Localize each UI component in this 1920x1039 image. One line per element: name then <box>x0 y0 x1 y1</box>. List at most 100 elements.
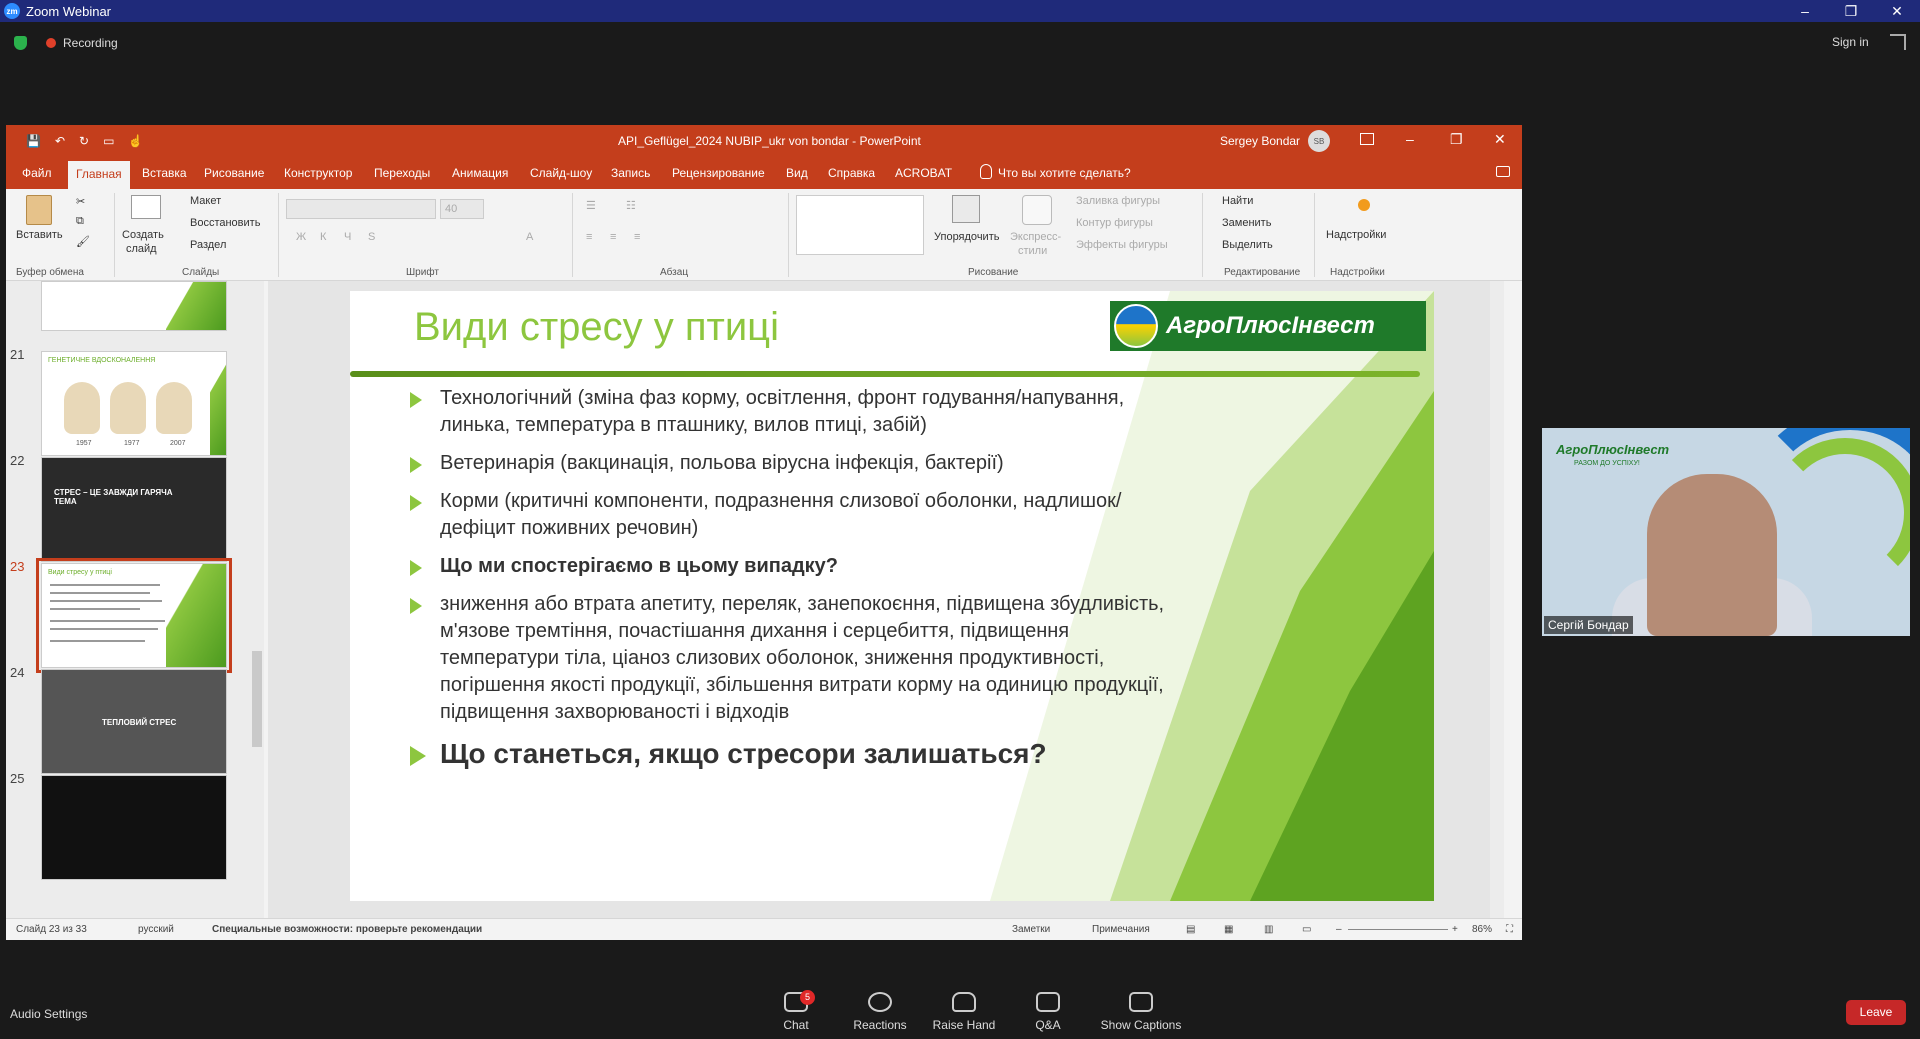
captions-button[interactable]: Show Captions <box>1097 992 1185 1032</box>
replace-button[interactable]: Заменить <box>1222 217 1271 229</box>
touch-mode-icon[interactable]: ☝ <box>128 134 143 148</box>
tab-insert[interactable]: Вставка <box>142 166 187 180</box>
zoom-in-icon[interactable]: + <box>1452 924 1458 935</box>
notes-button[interactable]: Заметки <box>1012 924 1050 935</box>
tab-animations[interactable]: Анимация <box>452 166 508 180</box>
chat-button[interactable]: Chat <box>756 992 836 1032</box>
slide-thumbnail[interactable] <box>41 281 227 331</box>
zoom-level[interactable]: 86% <box>1472 924 1492 935</box>
tab-file[interactable]: Файл <box>22 166 52 180</box>
slide-sorter-icon[interactable]: ▦ <box>1224 924 1233 935</box>
qa-button[interactable]: Q&A <box>1008 992 1088 1032</box>
slide-thumbnail-selected[interactable]: Види стресу у птиці <box>36 558 232 673</box>
reset-button[interactable]: Восстановить <box>190 217 260 229</box>
present-icon[interactable]: ▭ <box>103 134 114 148</box>
arrange-button[interactable]: Упорядочить <box>934 231 999 243</box>
quick-styles-icon[interactable] <box>1022 195 1052 225</box>
slide-thumbnail[interactable]: ТЕПЛОВИЙ СТРЕС <box>41 669 227 774</box>
tab-home[interactable]: Главная <box>68 161 130 189</box>
slide-scrollbar[interactable] <box>1490 281 1504 918</box>
numbering-icon[interactable]: ☷ <box>626 199 636 212</box>
shape-outline-button[interactable]: Контур фигуры <box>1076 217 1153 229</box>
comments-icon[interactable] <box>1496 166 1510 177</box>
tab-record[interactable]: Запись <box>611 166 650 180</box>
shadow-icon[interactable]: S <box>368 231 375 243</box>
user-name[interactable]: Sergey Bondar <box>1220 134 1300 148</box>
quick-styles-button-line2[interactable]: стили <box>1018 245 1047 257</box>
addins-icon[interactable] <box>1358 199 1370 211</box>
tab-help[interactable]: Справка <box>828 166 875 180</box>
copy-icon[interactable]: ⧉ <box>76 215 84 228</box>
language-indicator[interactable]: русский <box>138 924 174 935</box>
new-slide-button[interactable]: Создать <box>122 229 164 241</box>
redo-icon[interactable]: ↻ <box>79 134 89 148</box>
align-left-icon[interactable]: ≡ <box>586 231 592 243</box>
ppt-restore-button[interactable]: ❐ <box>1450 131 1463 148</box>
ppt-minimize-button[interactable]: – <box>1406 131 1414 147</box>
section-button[interactable]: Раздел <box>190 239 226 251</box>
font-name-field[interactable] <box>286 199 436 219</box>
tell-me-search[interactable]: Что вы хотите сделать? <box>998 166 1131 180</box>
font-size-field[interactable]: 40 <box>440 199 484 219</box>
paste-icon[interactable] <box>26 195 52 225</box>
align-right-icon[interactable]: ≡ <box>634 231 640 243</box>
avatar[interactable]: SB <box>1308 130 1330 152</box>
select-button[interactable]: Выделить <box>1222 239 1273 251</box>
slide-canvas[interactable]: Види стресу у птиці АгроПлюсІнвест Техно… <box>350 291 1434 901</box>
tab-transitions[interactable]: Переходы <box>374 166 430 180</box>
security-shield-icon[interactable] <box>14 36 27 50</box>
shape-effects-button[interactable]: Эффекты фигуры <box>1076 239 1168 251</box>
format-painter-icon[interactable]: 🖌 <box>76 235 90 248</box>
fit-slide-icon[interactable]: ⛶ <box>1506 924 1513 935</box>
reading-view-icon[interactable]: ▥ <box>1264 924 1273 935</box>
slide-thumbnail[interactable]: ГЕНЕТИЧНЕ ВДОСКОНАЛЕННЯ 1957 1977 2007 <box>41 351 227 456</box>
normal-view-icon[interactable]: ▤ <box>1186 924 1195 935</box>
minimize-button[interactable]: – <box>1782 0 1828 22</box>
close-button[interactable]: ✕ <box>1874 0 1920 22</box>
bullets-icon[interactable]: ☰ <box>586 199 596 212</box>
shape-fill-button[interactable]: Заливка фигуры <box>1076 195 1160 207</box>
arrange-icon[interactable] <box>952 195 980 223</box>
quick-styles-button[interactable]: Экспресс- <box>1010 231 1061 243</box>
comments-button[interactable]: Примечания <box>1092 924 1150 935</box>
tab-acrobat[interactable]: ACROBAT <box>895 166 952 180</box>
leave-button[interactable]: Leave <box>1846 1000 1906 1025</box>
paste-button[interactable]: Вставить <box>16 229 63 241</box>
tab-slideshow[interactable]: Слайд-шоу <box>530 166 592 180</box>
speaker-video-tile[interactable]: АгроПлюсІнвест РАЗОМ ДО УСПІХУ! Сергій Б… <box>1542 428 1910 636</box>
new-slide-icon[interactable] <box>131 195 161 219</box>
accessibility-checker[interactable]: Специальные возможности: проверьте реком… <box>212 924 482 935</box>
underline-icon[interactable]: Ч <box>344 231 351 243</box>
slideshow-icon[interactable]: ▭ <box>1302 924 1311 935</box>
tab-review[interactable]: Рецензирование <box>672 166 765 180</box>
italic-icon[interactable]: К <box>320 231 326 243</box>
cut-icon[interactable]: ✂ <box>76 195 85 208</box>
align-center-icon[interactable]: ≡ <box>610 231 616 243</box>
zoom-slider[interactable] <box>1348 929 1448 930</box>
shapes-gallery[interactable] <box>796 195 924 255</box>
zoom-out-icon[interactable]: – <box>1336 924 1342 935</box>
tab-design[interactable]: Конструктор <box>284 166 352 180</box>
new-slide-button-line2[interactable]: слайд <box>126 243 157 255</box>
find-button[interactable]: Найти <box>1222 195 1253 207</box>
raise-hand-button[interactable]: Raise Hand <box>924 992 1004 1032</box>
undo-icon[interactable]: ↶ <box>55 134 65 148</box>
audio-settings-button[interactable]: Audio Settings <box>10 1007 87 1021</box>
addins-button[interactable]: Надстройки <box>1326 229 1386 241</box>
scrollbar-thumb[interactable] <box>252 651 262 747</box>
bold-icon[interactable]: Ж <box>296 231 306 243</box>
fullscreen-icon[interactable] <box>1890 34 1906 50</box>
layout-button[interactable]: Макет <box>190 195 221 207</box>
ppt-close-button[interactable]: ✕ <box>1494 131 1506 148</box>
sign-in-button[interactable]: Sign in <box>1832 35 1869 49</box>
reactions-button[interactable]: Reactions <box>840 992 920 1032</box>
save-icon[interactable]: 💾 <box>26 134 41 148</box>
tab-draw[interactable]: Рисование <box>204 166 264 180</box>
restore-button[interactable]: ❐ <box>1828 0 1874 22</box>
slide-thumbnail[interactable] <box>41 775 227 880</box>
font-color-icon[interactable]: A <box>526 231 533 243</box>
ribbon-display-options-icon[interactable] <box>1360 133 1374 145</box>
slide-thumbnail[interactable]: СТРЕС – ЦЕ ЗАВЖДИ ГАРЯЧА ТЕМА <box>41 457 227 562</box>
thumbnail-scrollbar[interactable] <box>250 281 264 918</box>
tab-view[interactable]: Вид <box>786 166 808 180</box>
